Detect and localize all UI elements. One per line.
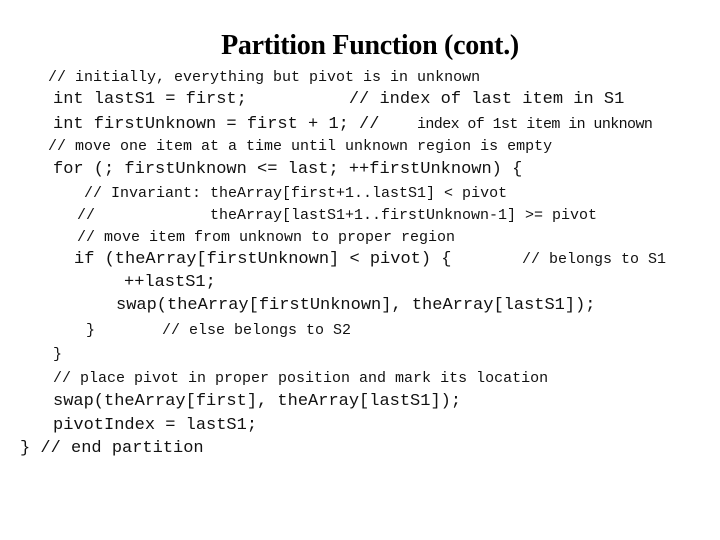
code-comment-slashes: // [77, 207, 96, 224]
code-comment-move-one-item: // move one item at a time until unknown… [48, 138, 553, 155]
code-line-if-condition: if (theArray[firstUnknown] < pivot) { [74, 250, 452, 269]
code-line-swap-unknown: swap(theArray[firstUnknown], theArray[la… [116, 296, 596, 315]
code-line-close-if: } [86, 322, 96, 339]
code-line-swap-pivot: swap(theArray[first], theArray[lastS1]); [53, 392, 462, 411]
code-comment-belongs-s2: // else belongs to S2 [162, 322, 352, 339]
slide-title: Partition Function (cont.) [221, 30, 519, 61]
code-comment-invariant: // Invariant: theArray[first+1..lastS1] … [84, 185, 508, 202]
code-comment-belongs-s1: // belongs to S1 [522, 251, 667, 268]
code-line-firstUnknown-decl: int firstUnknown = first + 1; // [53, 115, 380, 134]
code-comment-index-first-unknown: index of 1st item in unknown [417, 116, 653, 133]
code-comment-initially: // initially, everything but pivot is in… [48, 69, 481, 86]
code-line-end-partition: } // end partition [20, 439, 204, 458]
code-comment-place-pivot: // place pivot in proper position and ma… [53, 370, 549, 387]
code-line-increment-lastS1: ++lastS1; [124, 273, 216, 292]
code-line-lastS1-decl: int lastS1 = first; // index of last ite… [53, 90, 625, 109]
code-line-for-loop: for (; firstUnknown <= last; ++firstUnkn… [53, 160, 523, 179]
code-comment-invariant-part2: theArray[lastS1+1..firstUnknown-1] >= pi… [210, 207, 598, 224]
code-line-pivot-index: pivotIndex = lastS1; [53, 416, 258, 435]
code-comment-move-item: // move item from unknown to proper regi… [77, 229, 456, 246]
code-line-close-for: } [53, 346, 63, 363]
